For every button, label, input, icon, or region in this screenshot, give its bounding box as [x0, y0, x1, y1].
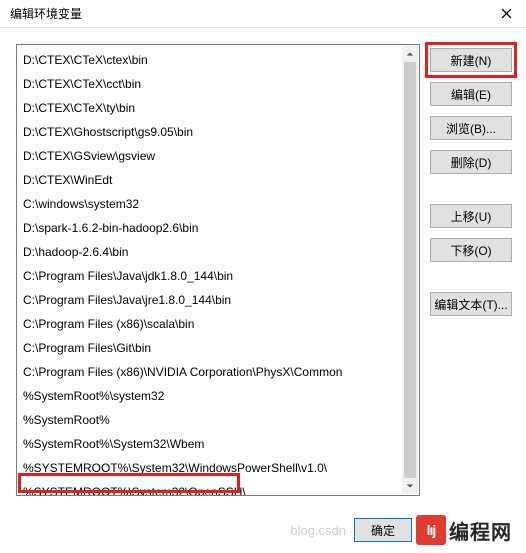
- window-title: 编辑环境变量: [10, 5, 82, 22]
- delete-button[interactable]: 删除(D): [430, 150, 512, 174]
- close-button[interactable]: [494, 2, 518, 26]
- bottom-row: blog.csdn 确定 lıj 编程网: [0, 515, 526, 545]
- titlebar: 编辑环境变量: [0, 0, 526, 28]
- list-item[interactable]: %SystemRoot%: [17, 408, 419, 432]
- path-listbox[interactable]: D:\CTEX\CTeX\ctex\binD:\CTEX\CTeX\cct\bi…: [16, 44, 420, 496]
- edittext-button[interactable]: 编辑文本(T)...: [430, 292, 512, 316]
- list-item[interactable]: D:\CTEX\Ghostscript\gs9.05\bin: [17, 120, 419, 144]
- list-item[interactable]: %SYSTEMROOT%\System32\OpenSSH\: [17, 480, 419, 496]
- chevron-up-icon: [406, 50, 414, 58]
- site-logo: lıj 编程网: [416, 515, 512, 545]
- list-item[interactable]: %SYSTEMROOT%\System32\WindowsPowerShell\…: [17, 456, 419, 480]
- list-item[interactable]: C:\Program Files\Java\jre1.8.0_144\bin: [17, 288, 419, 312]
- button-column: 新建(N) 编辑(E) 浏览(B)... 删除(D) 上移(U) 下移(O) 编…: [430, 48, 512, 316]
- list-item[interactable]: D:\CTEX\CTeX\ctex\bin: [17, 48, 419, 72]
- close-icon: [501, 8, 512, 19]
- list-item[interactable]: D:\CTEX\CTeX\cct\bin: [17, 72, 419, 96]
- dialog-body: D:\CTEX\CTeX\ctex\binD:\CTEX\CTeX\cct\bi…: [0, 28, 526, 553]
- new-button[interactable]: 新建(N): [430, 48, 512, 72]
- browse-button[interactable]: 浏览(B)...: [430, 116, 512, 140]
- list-item[interactable]: C:\Program Files\Java\jdk1.8.0_144\bin: [17, 264, 419, 288]
- ok-button[interactable]: 确定: [354, 518, 412, 542]
- list-item[interactable]: D:\hadoop-2.6.4\bin: [17, 240, 419, 264]
- list-item[interactable]: D:\CTEX\WinEdt: [17, 168, 419, 192]
- logo-icon: lıj: [416, 515, 446, 545]
- scroll-track[interactable]: [402, 62, 418, 478]
- list-item[interactable]: %SystemRoot%\System32\Wbem: [17, 432, 419, 456]
- list-item[interactable]: C:\Program Files (x86)\NVIDIA Corporatio…: [17, 360, 419, 384]
- list-item[interactable]: D:\CTEX\GSview\gsview: [17, 144, 419, 168]
- list-item[interactable]: D:\CTEX\CTeX\ty\bin: [17, 96, 419, 120]
- chevron-down-icon: [406, 482, 414, 490]
- scroll-thumb[interactable]: [404, 62, 416, 478]
- list-item[interactable]: D:\spark-1.6.2-bin-hadoop2.6\bin: [17, 216, 419, 240]
- scroll-up-button[interactable]: [402, 46, 418, 62]
- list-item[interactable]: C:\windows\system32: [17, 192, 419, 216]
- watermark-text: blog.csdn: [290, 523, 346, 538]
- list-item[interactable]: C:\Program Files\Git\bin: [17, 336, 419, 360]
- moveup-button[interactable]: 上移(U): [430, 204, 512, 228]
- logo-text: 编程网: [449, 516, 512, 545]
- list-item[interactable]: %SystemRoot%\system32: [17, 384, 419, 408]
- scroll-down-button[interactable]: [402, 478, 418, 494]
- movedown-button[interactable]: 下移(O): [430, 238, 512, 262]
- scrollbar[interactable]: [402, 46, 418, 494]
- list-item[interactable]: C:\Program Files (x86)\scala\bin: [17, 312, 419, 336]
- edit-button[interactable]: 编辑(E): [430, 82, 512, 106]
